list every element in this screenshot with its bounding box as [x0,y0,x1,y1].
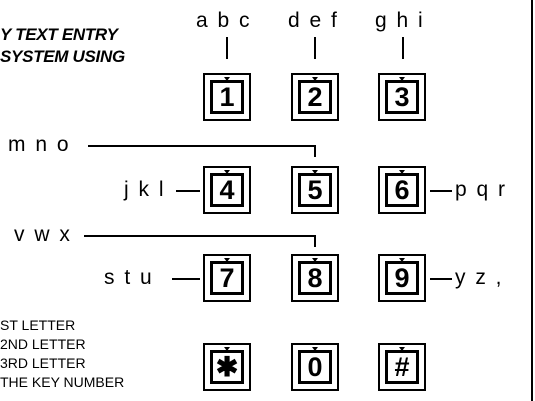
label-def: d e f [288,9,339,32]
key-8-label: 8 [307,262,323,293]
legend-key-number: THE KEY NUMBER [0,374,125,390]
label-ghi: g h i [375,9,425,32]
key-star-label: ✱ [215,351,239,382]
key-8[interactable]: 8 [291,254,339,302]
connector-mno-v [314,145,316,157]
label-abc: a b c [196,9,252,32]
legend-1st-letter: ST LETTER [0,317,76,333]
key-9[interactable]: 9 [378,254,426,302]
label-vwx: v w x [14,223,72,246]
key-6-label: 6 [394,174,410,205]
key-6[interactable]: 6 [378,166,426,214]
key-2[interactable]: 2 [291,73,339,121]
label-yz: y z , [455,266,504,289]
key-5-label: 5 [307,174,323,205]
connector-def [314,37,316,59]
key-2-label: 2 [307,81,323,112]
connector-mno-h [88,145,316,147]
label-stu: s t u [104,266,154,289]
key-1[interactable]: 1 [203,73,251,121]
key-1-label: 1 [219,81,235,112]
connector-vwx-h [84,235,316,237]
key-hash-label: # [394,351,410,382]
label-pqr: p q r [455,178,508,201]
connector-vwx-v [314,235,316,247]
key-7[interactable]: 7 [203,254,251,302]
key-4[interactable]: 4 [203,166,251,214]
key-0-label: 0 [307,351,323,382]
connector-yz [430,278,452,280]
label-jkl: j k l [124,178,166,201]
key-0[interactable]: 0 [291,343,339,391]
connector-ghi [402,37,404,59]
connector-jkl [176,190,200,192]
legend-3rd-letter: 3RD LETTER [0,355,86,371]
right-border [531,0,533,401]
key-hash[interactable]: # [378,343,426,391]
connector-stu [172,278,200,280]
legend-2nd-letter: 2ND LETTER [0,336,86,352]
key-7-label: 7 [219,262,235,293]
title-line-2: SYSTEM USING [0,47,125,66]
key-3-label: 3 [394,81,410,112]
key-5[interactable]: 5 [291,166,339,214]
title-line-1: Y TEXT ENTRY [0,25,118,44]
key-star[interactable]: ✱ [203,343,251,391]
connector-pqr [430,190,452,192]
key-9-label: 9 [394,262,410,293]
connector-abc [226,37,228,59]
key-3[interactable]: 3 [378,73,426,121]
label-mno: m n o [8,133,71,156]
key-4-label: 4 [219,174,235,205]
